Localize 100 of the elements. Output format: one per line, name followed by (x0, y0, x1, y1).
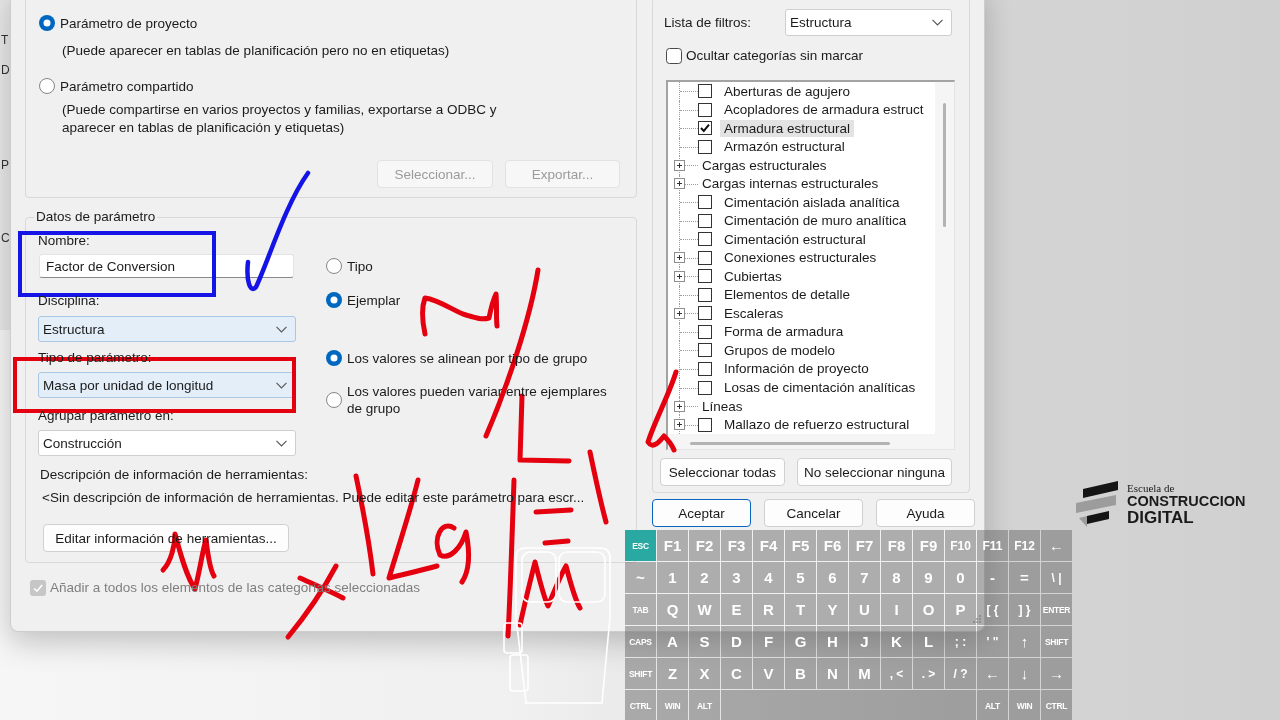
checkbox-icon[interactable] (698, 269, 712, 284)
checkbox-icon[interactable] (698, 195, 712, 210)
checkbox-icon[interactable] (698, 417, 712, 432)
keyboard-key[interactable]: C (721, 658, 752, 689)
keyboard-key[interactable]: 4 (753, 562, 784, 593)
keyboard-key[interactable]: 8 (881, 562, 912, 593)
keyboard-key[interactable]: Y (817, 594, 848, 625)
keyboard-key[interactable]: B (785, 658, 816, 689)
keyboard-key[interactable]: [ { (977, 594, 1008, 625)
checkbox-icon[interactable] (698, 102, 712, 117)
keyboard-key[interactable]: F10 (945, 530, 976, 561)
keyboard-key[interactable]: E (721, 594, 752, 625)
keyboard-key[interactable]: M (849, 658, 880, 689)
keyboard-key[interactable]: K (881, 626, 912, 657)
checkbox-icon[interactable] (698, 250, 712, 265)
keyboard-key[interactable]: WIN (1009, 690, 1040, 720)
keyboard-key[interactable]: S (689, 626, 720, 657)
keyboard-key[interactable]: W (689, 594, 720, 625)
keyboard-key[interactable]: D (721, 626, 752, 657)
keyboard-key[interactable]: Z (657, 658, 688, 689)
keyboard-key[interactable]: = (1009, 562, 1040, 593)
keyboard-key[interactable]: F2 (689, 530, 720, 561)
expand-icon[interactable] (674, 159, 685, 171)
checkbox-icon[interactable] (698, 213, 712, 228)
keyboard-key[interactable]: ← (1041, 530, 1072, 561)
keyboard-key[interactable]: ' " (977, 626, 1008, 657)
tree-item-label[interactable]: Grupos de modelo (720, 341, 840, 359)
keyboard-key[interactable]: F5 (785, 530, 816, 561)
keyboard-key[interactable]: ESC (625, 530, 656, 561)
checkbox-icon[interactable] (698, 287, 712, 302)
keyboard-key[interactable]: F12 (1009, 530, 1040, 561)
cancel-button[interactable]: Cancelar (764, 499, 863, 527)
expand-icon[interactable] (674, 178, 685, 190)
tree-item-label[interactable]: Cubiertas (720, 267, 786, 285)
keyboard-key[interactable]: N (817, 658, 848, 689)
checkbox-icon[interactable] (698, 362, 712, 376)
checkbox-icon[interactable] (698, 139, 712, 154)
expand-icon[interactable] (674, 419, 685, 431)
radio-option[interactable]: Tipo (326, 256, 373, 276)
keyboard-key[interactable]: 1 (657, 562, 688, 593)
keyboard-key[interactable]: CTRL (625, 690, 656, 720)
keyboard-key[interactable]: → (1041, 658, 1072, 689)
tree-item-label[interactable]: Losas de cimentación analíticas (720, 379, 920, 396)
keyboard-key[interactable]: F4 (753, 530, 784, 561)
keyboard-key[interactable]: H (817, 626, 848, 657)
filter-dropdown[interactable]: Estructura (785, 9, 952, 36)
resize-grip-icon[interactable] (973, 615, 981, 623)
tree-item-label[interactable]: Aberturas de agujero (720, 82, 855, 100)
tree-item-label[interactable]: Elementos de detalle (720, 286, 855, 304)
keyboard-key[interactable]: O (913, 594, 944, 625)
checkbox-icon[interactable] (698, 121, 712, 136)
expand-icon[interactable] (674, 252, 685, 264)
radio-option[interactable]: Ejemplar (326, 290, 401, 310)
keyboard-key[interactable]: 6 (817, 562, 848, 593)
scrollbar-thumb[interactable] (690, 441, 890, 445)
checkbox-icon[interactable] (698, 306, 712, 321)
keyboard-key[interactable]: F9 (913, 530, 944, 561)
keyboard-key[interactable]: , < (881, 658, 912, 689)
radio-option[interactable]: Los valores pueden variar entre ejemplares de grupo (326, 383, 617, 417)
dropdown[interactable]: Estructura (38, 316, 296, 342)
tree-item-label[interactable]: Escaleras (720, 304, 788, 322)
select-none-button[interactable]: No seleccionar ninguna (796, 458, 952, 486)
keyboard-key[interactable]: A (657, 626, 688, 657)
keyboard-key[interactable]: J (849, 626, 880, 657)
keyboard-key[interactable]: I (881, 594, 912, 625)
checkbox-option[interactable]: Ocultar categorías sin marcar (666, 47, 864, 65)
select-all-button[interactable]: Seleccionar todas (660, 458, 785, 486)
keyboard-key[interactable]: F6 (817, 530, 848, 561)
tree-item-label[interactable]: Cargas estructurales (698, 156, 831, 174)
tree-item-label[interactable]: Acopladores de armadura estruct (720, 101, 928, 119)
keyboard-key[interactable]: 9 (913, 562, 944, 593)
tree-item-label[interactable]: Conexiones estructurales (720, 249, 881, 267)
keyboard-key[interactable]: . > (913, 658, 944, 689)
keyboard-key[interactable]: F3 (721, 530, 752, 561)
keyboard-key[interactable]: / ? (945, 658, 976, 689)
keyboard-key[interactable]: ← (977, 658, 1008, 689)
dropdown[interactable]: Construcción (38, 430, 296, 456)
keyboard-key[interactable]: - (977, 562, 1008, 593)
tree-item-label[interactable]: Armadura estructural (720, 119, 855, 137)
checkbox-icon[interactable] (698, 84, 712, 99)
tree-item-label[interactable]: Cimentación estructural (720, 230, 870, 248)
keyboard-key[interactable]: ; : (945, 626, 976, 657)
keyboard-key[interactable]: F7 (849, 530, 880, 561)
tree-item-label[interactable]: Cimentación de muro analítica (720, 212, 911, 230)
keyboard-key[interactable]: X (689, 658, 720, 689)
keyboard-key[interactable]: 2 (689, 562, 720, 593)
keyboard-key[interactable]: U (849, 594, 880, 625)
tree-item-label[interactable]: Líneas (698, 397, 747, 415)
keyboard-key[interactable]: WIN (657, 690, 688, 720)
tree-item-label[interactable]: Forma de armadura (720, 323, 848, 341)
scrollbar-thumb[interactable] (943, 103, 946, 227)
keyboard-key[interactable]: 5 (785, 562, 816, 593)
keyboard-key[interactable]: ↑ (1009, 626, 1040, 657)
keyboard-key[interactable]: ↓ (1009, 658, 1040, 689)
expand-icon[interactable] (674, 400, 685, 412)
expand-icon[interactable] (674, 270, 685, 282)
keyboard-key[interactable]: \ | (1041, 562, 1072, 593)
keyboard-key[interactable]: F11 (977, 530, 1008, 561)
expand-icon[interactable] (674, 307, 685, 319)
name-field[interactable]: Factor de Conversion (39, 254, 294, 278)
